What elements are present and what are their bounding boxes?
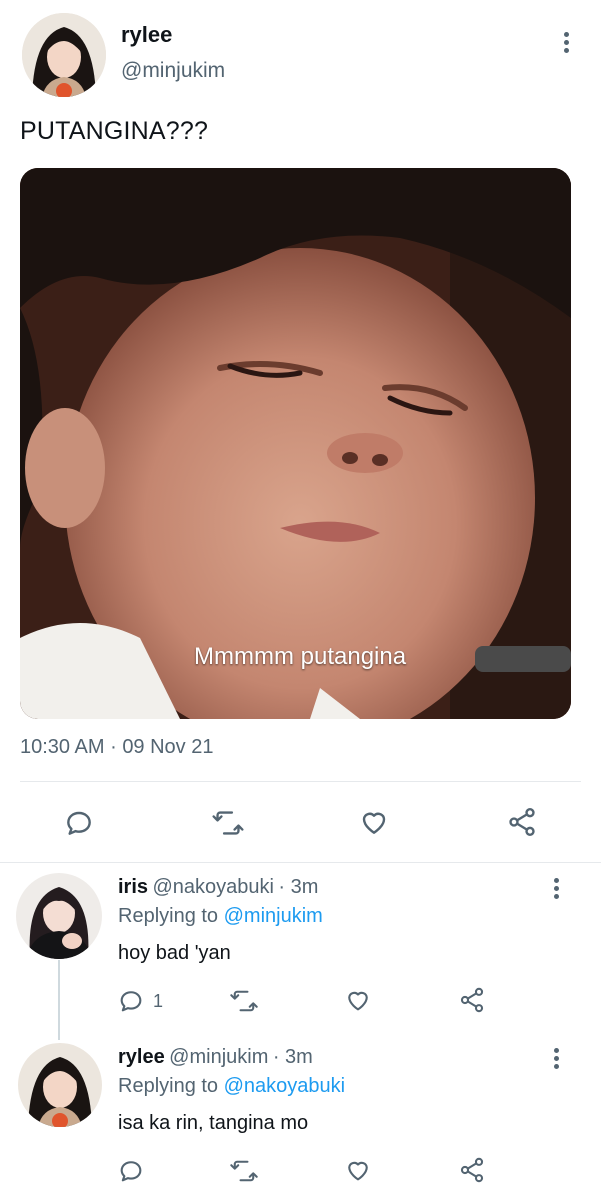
retweet-icon — [229, 1157, 259, 1185]
like-button[interactable] — [358, 806, 390, 838]
reply-text: hoy bad 'yan — [118, 942, 231, 964]
tweet-text: PUTANGINA??? — [20, 117, 209, 145]
reply-text: isa ka rin, tangina mo — [118, 1112, 309, 1134]
reply-count: 1 — [153, 990, 164, 1011]
reply-header: iris @nakoyabuki · 3m — [118, 876, 318, 899]
replying-to-mention[interactable]: @minjukim — [224, 905, 323, 927]
like-icon — [344, 1156, 372, 1184]
more-options-icon[interactable] — [544, 1046, 568, 1070]
retweet-button[interactable] — [229, 1157, 259, 1185]
reply-avatar[interactable] — [18, 1043, 102, 1127]
like-button[interactable] — [344, 1156, 372, 1184]
divider — [20, 781, 581, 782]
replying-to-mention[interactable]: @nakoyabuki — [224, 1075, 345, 1097]
reply-icon — [63, 807, 95, 839]
reply-age: · 3m — [272, 1046, 313, 1068]
share-icon — [506, 806, 538, 838]
like-button[interactable] — [344, 986, 372, 1014]
reply-button[interactable] — [63, 807, 95, 839]
retweet-icon — [229, 987, 259, 1015]
replying-prefix: Replying to — [118, 1075, 219, 1097]
thread-connector-line — [58, 960, 60, 1040]
share-icon — [458, 1156, 486, 1184]
author-handle[interactable]: @minjukim — [121, 59, 225, 83]
reply-author-handle[interactable]: @nakoyabuki — [152, 876, 273, 898]
share-button[interactable] — [458, 1156, 486, 1184]
reply-avatar[interactable] — [16, 873, 102, 959]
tweet-date: 09 Nov 21 — [122, 736, 214, 758]
author-name[interactable]: rylee — [121, 22, 172, 48]
retweet-button[interactable] — [229, 987, 259, 1015]
tweet-timestamp: 10:30 AM · 09 Nov 21 — [20, 736, 213, 759]
like-icon — [358, 806, 390, 838]
media-caption: Mmmmm putangina — [194, 643, 407, 670]
more-options-icon[interactable] — [554, 30, 578, 54]
like-icon — [344, 986, 372, 1014]
replying-to-line: Replying to @minjukim — [118, 905, 323, 928]
replying-to-line: Replying to @nakoyabuki — [118, 1075, 345, 1098]
share-icon — [458, 986, 486, 1014]
reply-icon — [117, 987, 145, 1015]
replying-prefix: Replying to — [118, 905, 219, 927]
meta-separator: · — [110, 736, 117, 758]
more-options-icon[interactable] — [544, 876, 568, 900]
reply-age: · 3m — [278, 876, 319, 898]
retweet-icon — [211, 807, 245, 839]
reply-icon — [117, 1157, 145, 1185]
share-button[interactable] — [458, 986, 486, 1014]
author-avatar[interactable] — [22, 13, 106, 97]
share-button[interactable] — [506, 806, 538, 838]
divider — [0, 862, 601, 863]
retweet-button[interactable] — [211, 807, 245, 839]
tweet-time: 10:30 AM — [20, 736, 105, 758]
reply-button[interactable]: 1 — [117, 987, 163, 1015]
reply-author-name[interactable]: iris — [118, 876, 148, 898]
reply-header: rylee @minjukim · 3m — [118, 1046, 313, 1069]
reply-author-handle[interactable]: @minjukim — [169, 1046, 268, 1068]
reply-author-name[interactable]: rylee — [118, 1046, 165, 1068]
reply-button[interactable] — [117, 1157, 153, 1185]
tweet-media-image[interactable]: Mmmmm putangina — [20, 168, 571, 719]
